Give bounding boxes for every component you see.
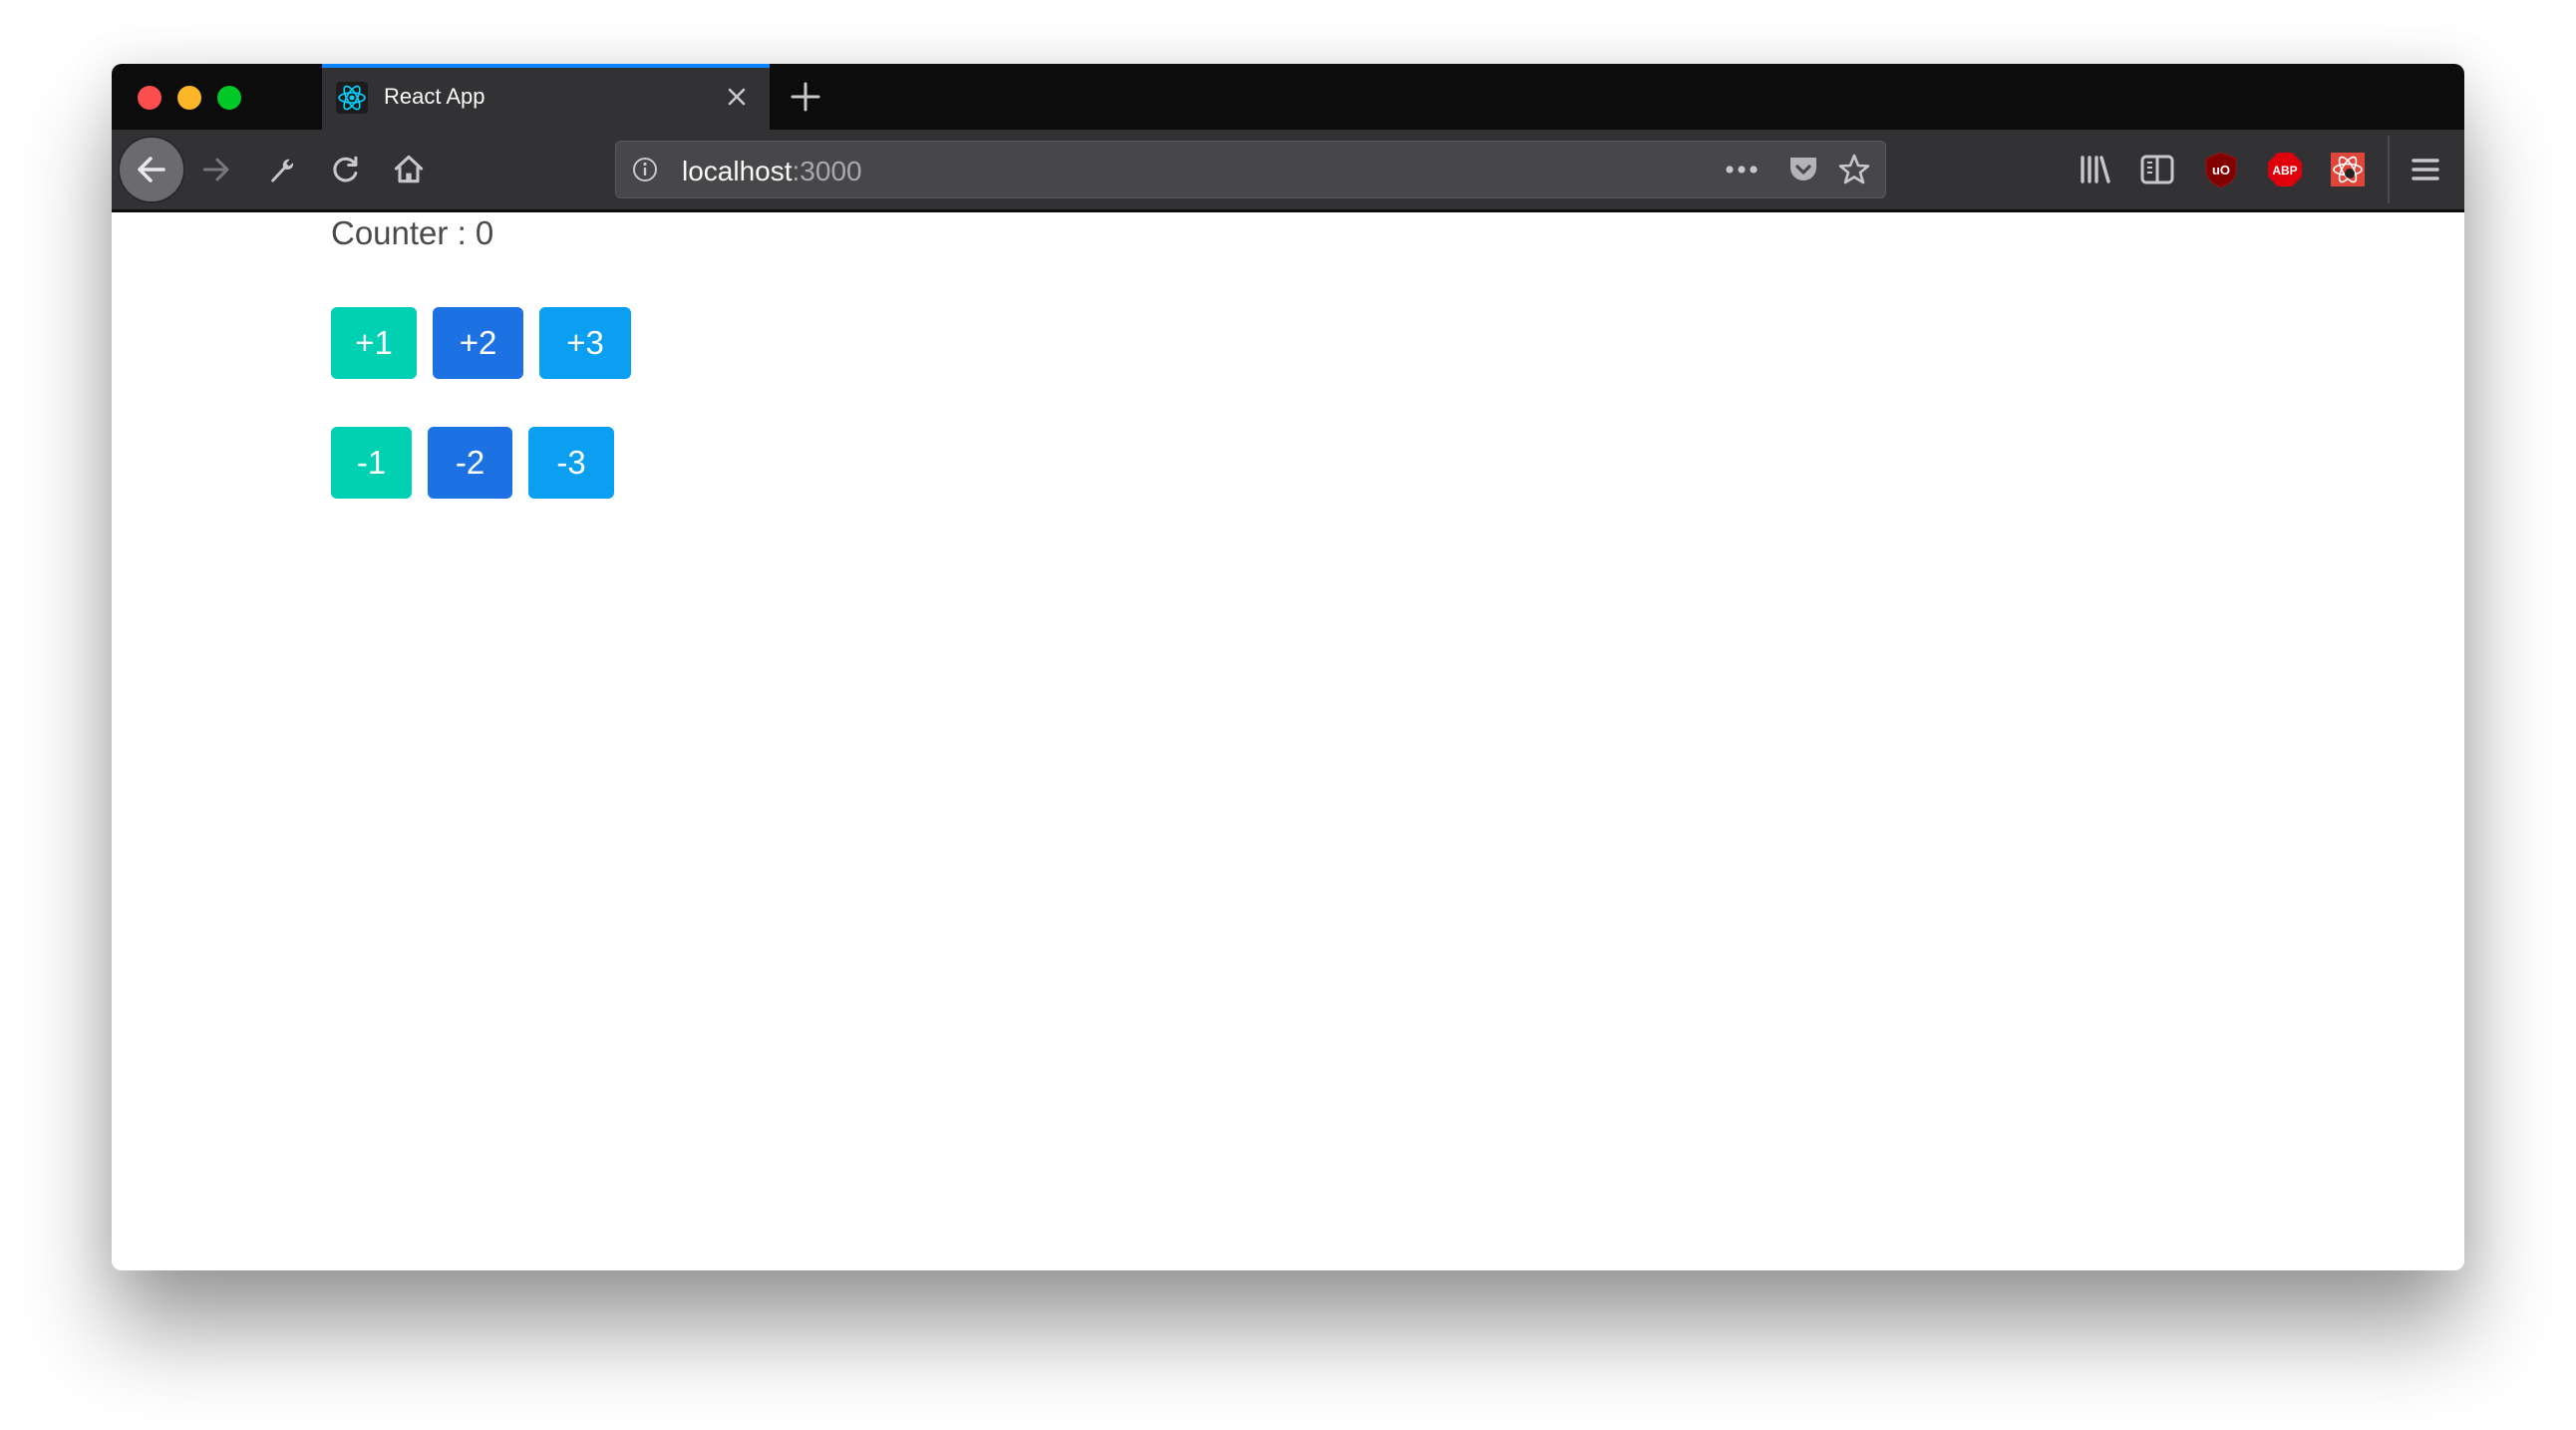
sidebar-icon[interactable] — [2137, 150, 2177, 189]
url-host: localhost — [682, 156, 793, 186]
pocket-icon[interactable] — [1787, 154, 1819, 185]
adblock-plus-icon[interactable]: ABP — [2265, 150, 2305, 189]
forward-button[interactable] — [185, 138, 249, 201]
decrement-3-button[interactable]: -3 — [528, 427, 614, 499]
minimize-window-button[interactable] — [177, 86, 201, 110]
ublock-origin-icon[interactable]: uO — [2201, 150, 2241, 189]
url-port: :3000 — [792, 156, 862, 186]
library-icon[interactable] — [2075, 150, 2114, 189]
reload-icon — [333, 156, 358, 182]
increment-2-button[interactable]: +2 — [433, 307, 523, 379]
abp-label: ABP — [2272, 164, 2297, 178]
tab-title: React App — [384, 84, 485, 109]
react-logo-icon — [336, 82, 368, 114]
tab-bar: React App — [112, 64, 2464, 130]
decrement-1-button[interactable]: -1 — [331, 427, 412, 499]
browser-window: React App localhost:3000 uO ABP Counter … — [112, 64, 2464, 1270]
star-icon[interactable] — [1837, 153, 1871, 186]
url-bar[interactable]: localhost:3000 — [615, 141, 1886, 198]
back-icon — [138, 157, 165, 182]
page-content: Counter : 0 +1 +2 +3 -1 -2 -3 — [112, 212, 2464, 1270]
reload-button[interactable] — [314, 138, 378, 201]
home-button[interactable] — [377, 138, 441, 201]
increment-1-button[interactable]: +1 — [331, 307, 417, 379]
info-icon[interactable] — [632, 157, 658, 182]
menu-icon[interactable] — [2406, 150, 2445, 189]
decrement-2-button[interactable]: -2 — [428, 427, 512, 499]
wrench-icon — [271, 159, 294, 182]
active-tab-indicator — [322, 64, 770, 68]
close-tab-icon[interactable] — [722, 82, 752, 112]
more-icon[interactable] — [1722, 157, 1762, 182]
new-tab-icon[interactable] — [789, 80, 822, 114]
toolbar-separator — [2388, 136, 2390, 203]
ublock-label: uO — [2212, 163, 2230, 178]
counter-label: Counter : 0 — [331, 214, 494, 251]
increment-3-button[interactable]: +3 — [539, 307, 631, 379]
forward-icon — [202, 158, 229, 181]
maximize-window-button[interactable] — [217, 86, 241, 110]
tab-react-app[interactable]: React App — [322, 64, 770, 130]
home-icon — [394, 155, 424, 183]
close-window-button[interactable] — [138, 86, 161, 110]
back-button[interactable] — [120, 138, 183, 201]
url-text[interactable]: localhost:3000 — [682, 156, 862, 187]
customize-button[interactable] — [250, 138, 314, 201]
nav-toolbar: localhost:3000 uO ABP — [112, 130, 2464, 212]
react-devtools-icon[interactable] — [2328, 150, 2368, 189]
